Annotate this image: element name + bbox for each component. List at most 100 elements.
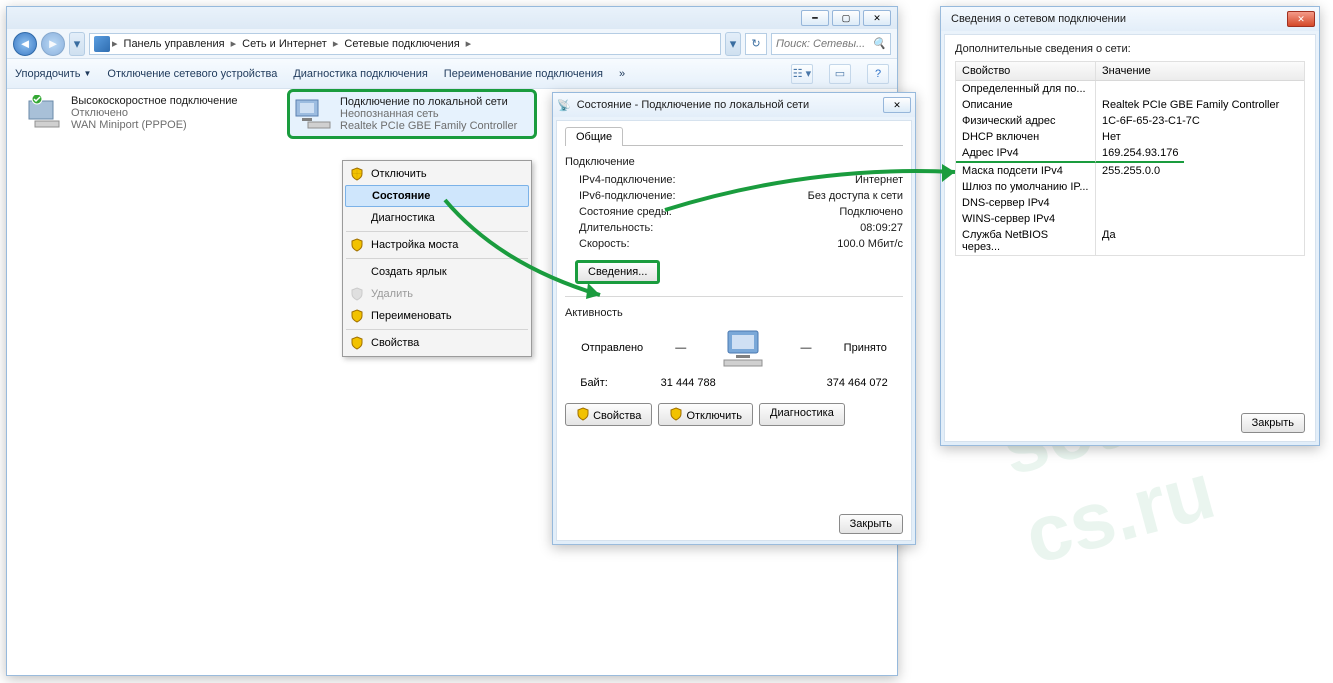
rename-button[interactable]: Переименование подключения <box>444 68 603 80</box>
close-button[interactable]: Закрыть <box>839 514 903 534</box>
details-row[interactable]: DNS-сервер IPv4 <box>956 195 1304 211</box>
dialog-title: Состояние - Подключение по локальной сет… <box>577 99 880 111</box>
shield-icon <box>350 167 364 181</box>
breadcrumb-dropdown-button[interactable]: ▾ <box>725 32 741 56</box>
connection-device: WAN Miniport (PPPOE) <box>71 119 238 131</box>
property-name: Физический адрес <box>956 113 1096 129</box>
maximize-button[interactable]: ▢ <box>832 10 860 26</box>
property-name: DNS-сервер IPv4 <box>956 195 1096 211</box>
property-name: Шлюз по умолчанию IP... <box>956 179 1096 195</box>
property-value <box>1096 211 1108 227</box>
tab-general[interactable]: Общие <box>565 127 623 146</box>
connection-title: Высокоскоростное подключение <box>71 95 238 107</box>
property-name: DHCP включен <box>956 129 1096 145</box>
shield-icon <box>350 309 364 323</box>
property-name: WINS-сервер IPv4 <box>956 211 1096 227</box>
refresh-button[interactable]: ↻ <box>745 33 767 55</box>
property-value <box>1096 179 1108 195</box>
connection-status: Неопознанная сеть <box>340 108 517 120</box>
details-row[interactable]: DHCP включенНет <box>956 129 1304 145</box>
nav-back-button[interactable]: ◄ <box>13 32 37 56</box>
column-value[interactable]: Значение <box>1096 62 1157 80</box>
property-name: Служба NetBIOS через... <box>956 227 1096 255</box>
network-icon: 📡 <box>557 99 571 112</box>
column-property[interactable]: Свойство <box>956 62 1096 80</box>
preview-pane-button[interactable]: ▭ <box>829 64 851 84</box>
property-value <box>1096 195 1108 211</box>
shield-icon <box>350 336 364 350</box>
diagnose-button[interactable]: Диагностика <box>759 403 845 426</box>
details-grid: Свойство Значение Определенный для по...… <box>955 61 1305 256</box>
status-dialog: 📡 Состояние - Подключение по локальной с… <box>552 92 916 545</box>
lan-icon <box>294 96 334 130</box>
property-value: Realtek PCIe GBE Family Controller <box>1096 97 1285 113</box>
property-value: Да <box>1096 227 1122 255</box>
property-value: Нет <box>1096 129 1127 145</box>
menu-diagnose[interactable]: Диагностика <box>345 207 529 229</box>
details-row[interactable]: Адрес IPv4169.254.93.176 <box>956 145 1304 163</box>
menu-bridge[interactable]: Настройка моста <box>345 234 529 256</box>
diagnose-button[interactable]: Диагностика подключения <box>293 68 427 80</box>
property-name: Адрес IPv4 <box>956 145 1096 163</box>
property-value: 1C-6F-65-23-C1-7C <box>1096 113 1206 129</box>
details-row[interactable]: Физический адрес1C-6F-65-23-C1-7C <box>956 113 1304 129</box>
dialog-title: Сведения о сетевом подключении <box>951 13 1284 25</box>
property-value: 255.255.0.0 <box>1096 163 1166 179</box>
nav-forward-button[interactable]: ► <box>41 32 65 56</box>
connection-lan[interactable]: Подключение по локальной сети Неопознанн… <box>287 89 537 139</box>
property-value: 169.254.93.176 <box>1096 145 1184 163</box>
view-options-button[interactable]: ☷ ▾ <box>791 64 813 84</box>
property-value <box>1096 81 1108 97</box>
property-name: Определенный для по... <box>956 81 1096 97</box>
broadband-icon <box>25 95 65 129</box>
window-chrome: ━ ▢ ✕ <box>7 7 897 29</box>
close-button[interactable]: ✕ <box>883 97 911 113</box>
close-button[interactable]: ✕ <box>1287 11 1315 27</box>
menu-shortcut[interactable]: Создать ярлык <box>345 261 529 283</box>
shield-icon <box>576 407 590 421</box>
property-name: Маска подсети IPv4 <box>956 163 1096 179</box>
minimize-button[interactable]: ━ <box>801 10 829 26</box>
details-row[interactable]: WINS-сервер IPv4 <box>956 211 1304 227</box>
details-row[interactable]: Определенный для по... <box>956 81 1304 97</box>
connection-title: Подключение по локальной сети <box>340 96 517 108</box>
nav-history-button[interactable]: ▾ <box>69 32 85 56</box>
titlebar[interactable]: 📡 Состояние - Подключение по локальной с… <box>553 93 915 117</box>
close-button[interactable]: ✕ <box>863 10 891 26</box>
details-row[interactable]: Служба NetBIOS через...Да <box>956 227 1304 255</box>
toolbar: Упорядочить ▼ Отключение сетевого устрой… <box>7 59 897 89</box>
group-activity-label: Активность <box>565 307 903 319</box>
breadcrumb[interactable]: ▸ Панель управления ▸ Сеть и Интернет ▸ … <box>89 33 721 55</box>
details-button[interactable]: Сведения... <box>575 260 660 284</box>
connection-broadband[interactable]: Высокоскоростное подключение Отключено W… <box>25 95 275 131</box>
close-button[interactable]: Закрыть <box>1241 413 1305 433</box>
network-icon <box>94 36 110 52</box>
menu-properties[interactable]: Свойства <box>345 332 529 354</box>
menu-rename[interactable]: Переименовать <box>345 305 529 327</box>
help-button[interactable]: ? <box>867 64 889 84</box>
properties-button[interactable]: Свойства <box>565 403 652 426</box>
details-row[interactable]: Шлюз по умолчанию IP... <box>956 179 1304 195</box>
menu-disable[interactable]: Отключить <box>345 163 529 185</box>
details-row[interactable]: Маска подсети IPv4255.255.0.0 <box>956 163 1304 179</box>
organize-menu[interactable]: Упорядочить ▼ <box>15 68 91 80</box>
search-input[interactable]: Поиск: Сетевы... 🔍 <box>771 33 891 55</box>
titlebar[interactable]: Сведения о сетевом подключении ✕ <box>941 7 1319 31</box>
breadcrumb-item[interactable]: Сетевые подключения <box>340 38 463 50</box>
disable-button[interactable]: Отключить <box>658 403 753 426</box>
activity-icon <box>718 327 768 369</box>
menu-delete: Удалить <box>345 283 529 305</box>
context-menu: Отключить Состояние Диагностика Настройк… <box>342 160 532 357</box>
search-placeholder: Поиск: Сетевы... <box>776 38 865 50</box>
connection-device: Realtek PCIe GBE Family Controller <box>340 120 517 132</box>
disable-device-button[interactable]: Отключение сетевого устройства <box>107 68 277 80</box>
breadcrumb-item[interactable]: Сеть и Интернет <box>238 38 331 50</box>
details-dialog: Сведения о сетевом подключении ✕ Дополни… <box>940 6 1320 446</box>
tab-strip: Общие <box>565 127 903 146</box>
details-row[interactable]: ОписаниеRealtek PCIe GBE Family Controll… <box>956 97 1304 113</box>
address-bar: ◄ ► ▾ ▸ Панель управления ▸ Сеть и Интер… <box>7 29 897 59</box>
shield-icon <box>350 238 364 252</box>
menu-status[interactable]: Состояние <box>345 185 529 207</box>
group-connection-label: Подключение <box>565 156 903 168</box>
breadcrumb-item[interactable]: Панель управления <box>120 38 229 50</box>
